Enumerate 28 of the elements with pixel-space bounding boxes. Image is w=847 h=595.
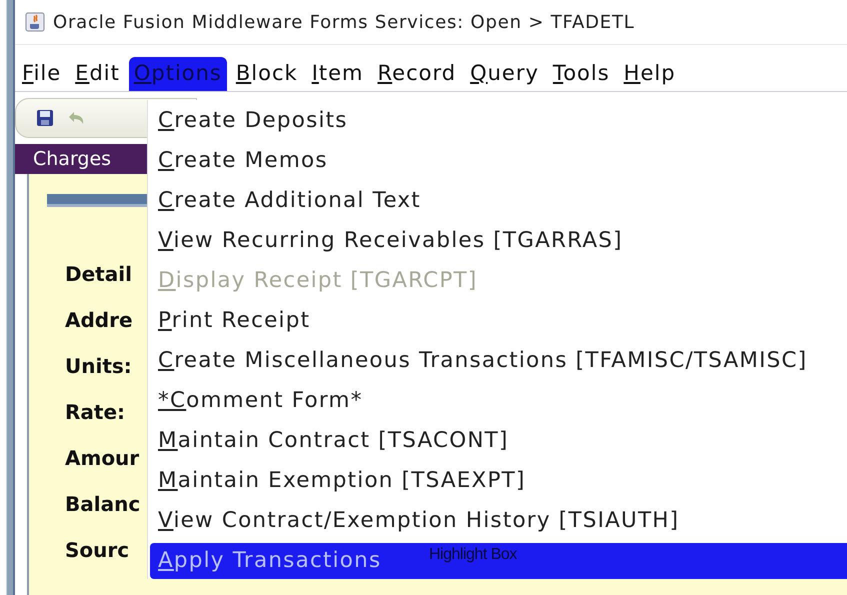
annotation-label: Highlight Box [429,546,517,564]
field-label: Balanc [65,491,140,518]
menu-item[interactable]: Create Deposits [148,101,847,141]
menu-item[interactable]: Print Receipt [148,301,847,341]
menu-bar-item[interactable]: Item [306,57,369,91]
field-label: Units: [65,353,132,380]
menu-item[interactable]: Create Miscellaneous Transactions [TFAMISC/TSAMISC] [148,341,847,381]
menu-bar-item[interactable]: Tools [548,57,615,91]
menu-bar-item[interactable]: Block [230,57,303,91]
field-label: Addre [65,307,133,334]
menu-item[interactable]: Maintain Exemption [TSAEXPT] [148,461,847,501]
field-label: Sourc [65,537,130,564]
menu-item[interactable]: Maintain Contract [TSACONT] [148,421,847,461]
menu-item[interactable]: View Contract/Exemption History [TSIAUTH] [148,501,847,541]
menu-item[interactable]: Create Additional Text [148,181,847,221]
menu-bar-item[interactable]: Help [618,57,681,91]
menu-item[interactable]: *Comment Form* [148,381,847,421]
window-title: Oracle Fusion Middleware Forms Services: Open > TFADETL [53,12,635,32]
menu-item[interactable]: View Recurring Receivables [TGARRAS] [148,221,847,261]
coffee-cup-icon [25,12,45,32]
field-label: Rate: [65,399,126,426]
save-icon[interactable] [36,109,54,127]
menu-bar-item[interactable]: Record [372,57,462,91]
menu-bar-item[interactable]: Query [465,57,544,91]
menu-bar-item[interactable]: Edit [70,57,125,91]
field-label: Detail [65,261,132,288]
field-label: Amour [65,445,140,472]
menu-bar-item[interactable]: File [17,57,66,91]
